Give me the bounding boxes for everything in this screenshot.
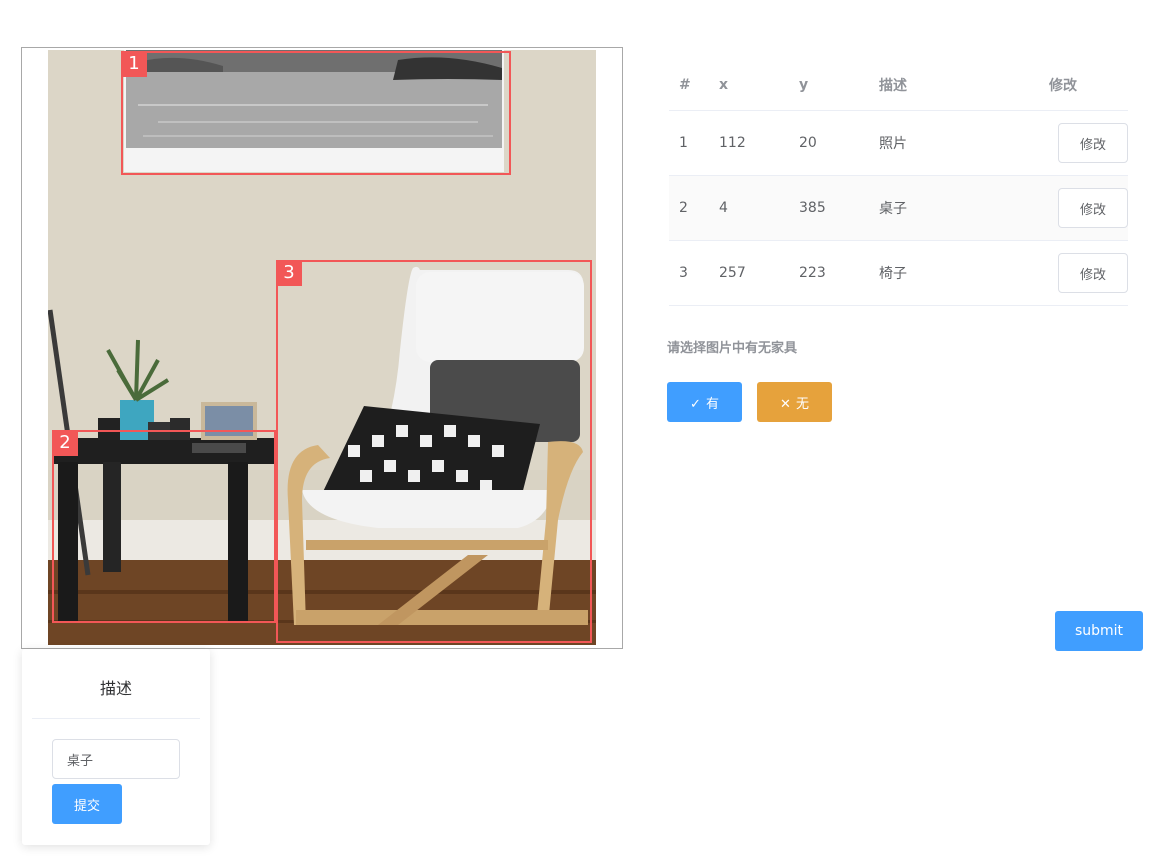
row-description: 桌子	[869, 175, 1049, 241]
bounding-box-3[interactable]: 3	[276, 260, 592, 643]
furniture-question: 请选择图片中有无家具	[667, 341, 798, 356]
bounding-box-1[interactable]: 1	[121, 51, 511, 175]
edit-button[interactable]: 修改	[1058, 123, 1128, 163]
table-row: 3 257 223 椅子 修改	[669, 240, 1128, 306]
table-row: 1 112 20 照片 修改	[669, 110, 1128, 176]
submit-button[interactable]: submit	[1055, 611, 1143, 651]
header-index: #	[669, 60, 709, 111]
row-action-cell: 修改	[1049, 110, 1128, 176]
row-y: 385	[789, 175, 869, 241]
close-icon: ✕	[780, 396, 791, 412]
row-action-cell: 修改	[1049, 175, 1128, 241]
edit-button[interactable]: 修改	[1058, 253, 1128, 293]
no-button[interactable]: ✕ 无	[757, 382, 832, 422]
yes-button[interactable]: ✓ 有	[667, 382, 742, 422]
row-description: 照片	[869, 110, 1049, 176]
header-y: y	[789, 60, 869, 111]
yes-label: 有	[705, 396, 719, 412]
row-index: 3	[669, 240, 709, 306]
row-x: 257	[709, 240, 789, 306]
description-input[interactable]	[52, 739, 180, 779]
annotations-table: # x y 描述 修改 1 112 20 照片 修改 2 4 385 桌子 修改…	[669, 60, 1128, 306]
header-x: x	[709, 60, 789, 111]
bounding-box-label-1: 1	[121, 51, 147, 77]
row-x: 4	[709, 175, 789, 241]
bounding-box-label-2: 2	[52, 430, 78, 456]
edit-button[interactable]: 修改	[1058, 188, 1128, 228]
table-header-row: # x y 描述 修改	[669, 60, 1128, 111]
row-description: 椅子	[869, 240, 1049, 306]
description-editor-popover: 描述 提交	[22, 649, 210, 845]
no-label: 无	[795, 396, 809, 412]
check-icon: ✓	[690, 396, 701, 412]
header-action-label: 修改	[1049, 78, 1077, 94]
row-x: 112	[709, 110, 789, 176]
row-y: 20	[789, 110, 869, 176]
header-description: 描述	[869, 60, 1049, 111]
row-action-cell: 修改	[1049, 240, 1128, 306]
annotation-canvas[interactable]: 1 2 3	[21, 47, 623, 649]
row-y: 223	[789, 240, 869, 306]
row-index: 1	[669, 110, 709, 176]
editor-submit-button[interactable]: 提交	[52, 784, 122, 824]
bounding-box-2[interactable]: 2	[52, 430, 276, 623]
bounding-box-label-3: 3	[276, 260, 302, 286]
editor-title: 描述	[32, 649, 200, 719]
row-index: 2	[669, 175, 709, 241]
header-action: 修改	[1049, 60, 1128, 111]
table-row: 2 4 385 桌子 修改	[669, 175, 1128, 241]
